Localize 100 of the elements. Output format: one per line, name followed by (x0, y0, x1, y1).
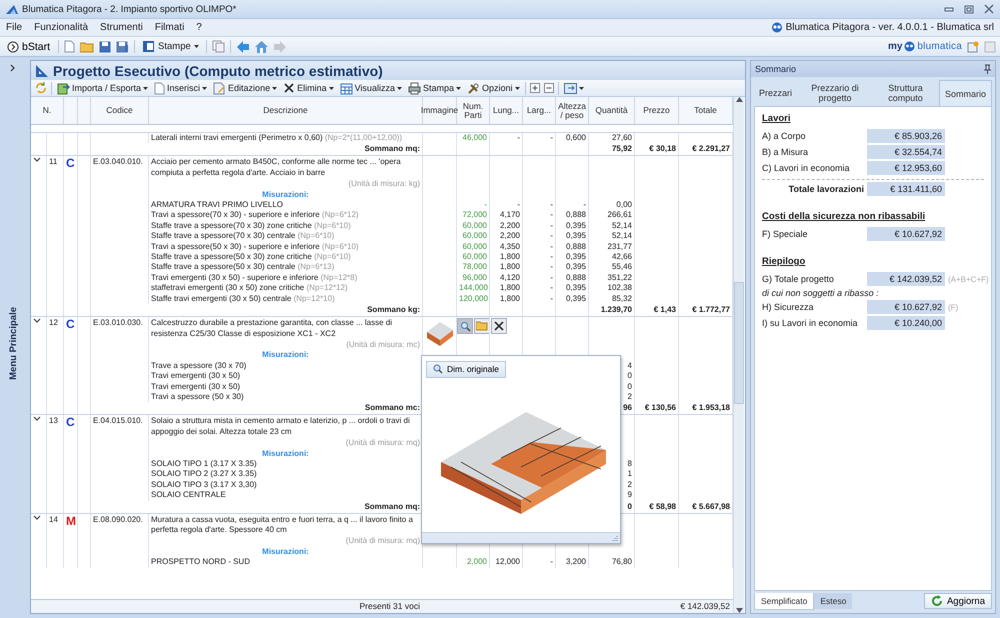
save-icon[interactable] (99, 40, 112, 52)
column-header[interactable]: N. (31, 97, 64, 124)
section-heading: Misurazioni: (149, 350, 423, 361)
summary-label: C) Lavori in economia (762, 163, 851, 173)
caret-icon (194, 45, 199, 48)
print-dropdown-button[interactable]: Stampe (140, 40, 201, 53)
panel-tab[interactable]: Prezzari (754, 80, 798, 106)
column-header[interactable]: Larg... (523, 97, 556, 124)
panel-tab[interactable]: Struttura computo (872, 80, 938, 106)
pin-icon[interactable] (984, 64, 991, 74)
remove-button[interactable] (491, 318, 507, 334)
expand-all-icon[interactable] (530, 83, 540, 93)
table-cell: - (523, 133, 556, 144)
table-cell: 0,888 (556, 272, 589, 284)
zoom-button[interactable] (457, 318, 473, 334)
formula-hint: (A+B+C+F) (948, 274, 989, 284)
item-code: E.03.010.030. (91, 317, 149, 340)
menu-item[interactable]: Funzionalità (34, 22, 88, 33)
resize-grip-icon[interactable] (611, 534, 618, 542)
chevron-down-icon[interactable] (33, 416, 41, 422)
section-heading: Costi della sicurezza non ribassabili (762, 211, 926, 222)
summary-label: B) a Misura (762, 147, 810, 157)
new-document-icon[interactable] (64, 40, 76, 53)
start-button[interactable]: bStart (4, 40, 54, 52)
measurement-text: Travi emergenti (30 x 50) (151, 371, 240, 380)
toolbar-dropdown-button[interactable]: Visualizza (338, 82, 403, 94)
chevron-down-icon[interactable] (33, 318, 41, 324)
import-export-icon[interactable] (57, 82, 70, 94)
chevron-down-icon[interactable] (33, 514, 41, 520)
scroll-down-icon[interactable] (736, 608, 742, 613)
pages-icon[interactable] (212, 40, 225, 53)
close-icon[interactable] (984, 4, 994, 14)
menu-item[interactable]: Filmati (154, 22, 184, 33)
table-cell: 13 (47, 415, 64, 438)
edit-page-icon[interactable] (213, 82, 226, 94)
tools-icon[interactable] (466, 82, 480, 94)
save-all-icon[interactable] (116, 40, 130, 52)
panel-tab[interactable]: Prezzario di progetto (798, 80, 872, 106)
panel-tab[interactable]: Sommario (938, 80, 992, 106)
measurement-text: Staffe trave a spessore(70 x 30) zone critiche (151, 220, 312, 230)
home-icon[interactable] (254, 40, 268, 52)
unit-label: (Unità di misura: mc) (149, 340, 423, 350)
original-size-button[interactable]: Dim. originale (426, 361, 506, 378)
refresh-button[interactable]: Aggiorna (924, 593, 992, 609)
view-tab[interactable]: Esteso (814, 593, 852, 609)
section-heading: Lavori (762, 113, 792, 124)
measurement-text: Travi emergenti (30 x 50) - superiore e inferiore (151, 272, 318, 282)
table-cell: 4,170 (490, 210, 523, 221)
measurement-text: SOLAIO TIPO 1 (3.17 X 3.35) (151, 458, 257, 468)
table-cell: 2,200 (490, 220, 523, 232)
menu-item[interactable]: ? (196, 22, 202, 33)
menu-item[interactable]: File (6, 22, 22, 33)
table-cell: € 130,56 (635, 402, 679, 414)
toolbar-dropdown-button[interactable]: Opzioni (466, 82, 520, 94)
chevron-down-icon[interactable] (33, 157, 41, 162)
table-cell: 0,888 (556, 242, 589, 252)
maximize-icon[interactable] (964, 4, 974, 14)
formula-note: (Np=2*(11,00+12,00)) (324, 133, 402, 142)
minimize-icon[interactable] (944, 5, 954, 13)
refresh-icon[interactable] (35, 82, 47, 94)
column-header[interactable]: Lung... (490, 97, 523, 124)
table-cell: 75,92 (589, 143, 635, 156)
toolbar-dropdown-button[interactable]: Editazione (212, 82, 278, 94)
table-cell: - (523, 272, 556, 284)
columns-dropdown-button[interactable] (562, 82, 584, 94)
column-header[interactable]: Quantità (589, 97, 635, 124)
printer-icon[interactable] (408, 82, 421, 94)
magnifier-icon (460, 320, 470, 332)
column-header[interactable]: Codice (91, 97, 149, 124)
delete-icon[interactable] (283, 82, 296, 94)
sidebar-label[interactable]: Menu Principale (8, 306, 18, 380)
toolbar-dropdown-button[interactable]: Stampa (406, 82, 462, 94)
toolbar-dropdown-button[interactable]: Elimina (282, 82, 335, 94)
measurement-text: Laterali interni travi emergenti (Perimetro x 0,60) (151, 133, 323, 142)
table-cell: - (523, 294, 556, 304)
item-description: Solaio a struttura mista in cemento armato e laterizio, p ... ordoli o travi di appoggio dei solai. Altezza totale 23 cm (149, 415, 423, 438)
column-header[interactable]: Prezzo (635, 97, 679, 124)
toolbar-dropdown-button[interactable]: Importa / Esporta (56, 82, 150, 94)
measurement-text: Staffe trave a spessore(50 x 30) centrale (151, 262, 296, 272)
column-header[interactable]: Descrizione (149, 97, 423, 124)
collapse-all-icon[interactable] (544, 83, 554, 93)
column-header[interactable]: Num. Parti (457, 97, 490, 124)
item-code: E.08.090.020. (91, 514, 149, 536)
table-icon[interactable] (340, 82, 353, 94)
menu-item[interactable]: Strumenti (100, 22, 143, 33)
section-heading: Misurazioni: (149, 546, 423, 558)
formula-note: (Np=12*10) (294, 294, 335, 303)
back-arrow-icon[interactable] (236, 40, 250, 52)
view-tab[interactable]: Semplificato (754, 592, 814, 610)
toolbar-dropdown-button[interactable]: Inserisci (153, 82, 208, 94)
folder-icon[interactable] (80, 40, 94, 52)
summary-label: I) su Lavori in economia (762, 318, 859, 328)
caret-icon (143, 86, 148, 90)
scrollbar-thumb[interactable] (734, 282, 744, 404)
column-header[interactable]: Immagine (423, 97, 457, 124)
column-header[interactable]: Altezza / peso (556, 97, 589, 124)
page-icon[interactable] (154, 82, 166, 94)
measurement-text: Travi a spessore(70 x 30) - superiore e inferiore (151, 210, 320, 220)
table-cell: - (457, 200, 490, 210)
table-cell: 0,600 (556, 133, 589, 144)
